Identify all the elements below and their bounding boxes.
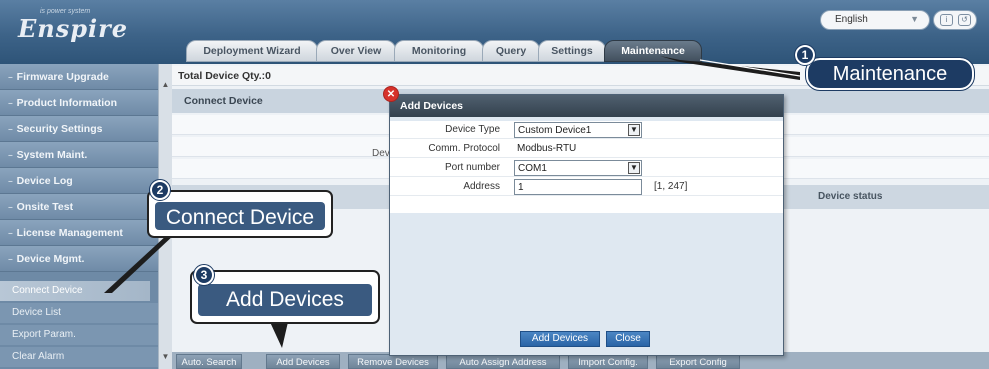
callout-lines	[104, 56, 801, 348]
callout-number-3: 3	[193, 264, 215, 286]
callout-1-pointer	[660, 56, 800, 80]
callout-add-devices-box: Add Devices	[190, 270, 380, 324]
callout-number-2: 2	[149, 179, 171, 201]
callout-connect-device-box: Connect Device	[147, 190, 333, 238]
callout-maintenance: Maintenance	[805, 57, 975, 91]
callout-1-pointer-highlight	[699, 59, 801, 77]
callout-connect-device: Connect Device	[155, 202, 325, 230]
callout-2-pointer	[104, 234, 175, 293]
callout-number-1: 1	[794, 44, 816, 66]
callout-3-pointer	[270, 322, 288, 348]
callout-add-devices: Add Devices	[198, 284, 372, 316]
